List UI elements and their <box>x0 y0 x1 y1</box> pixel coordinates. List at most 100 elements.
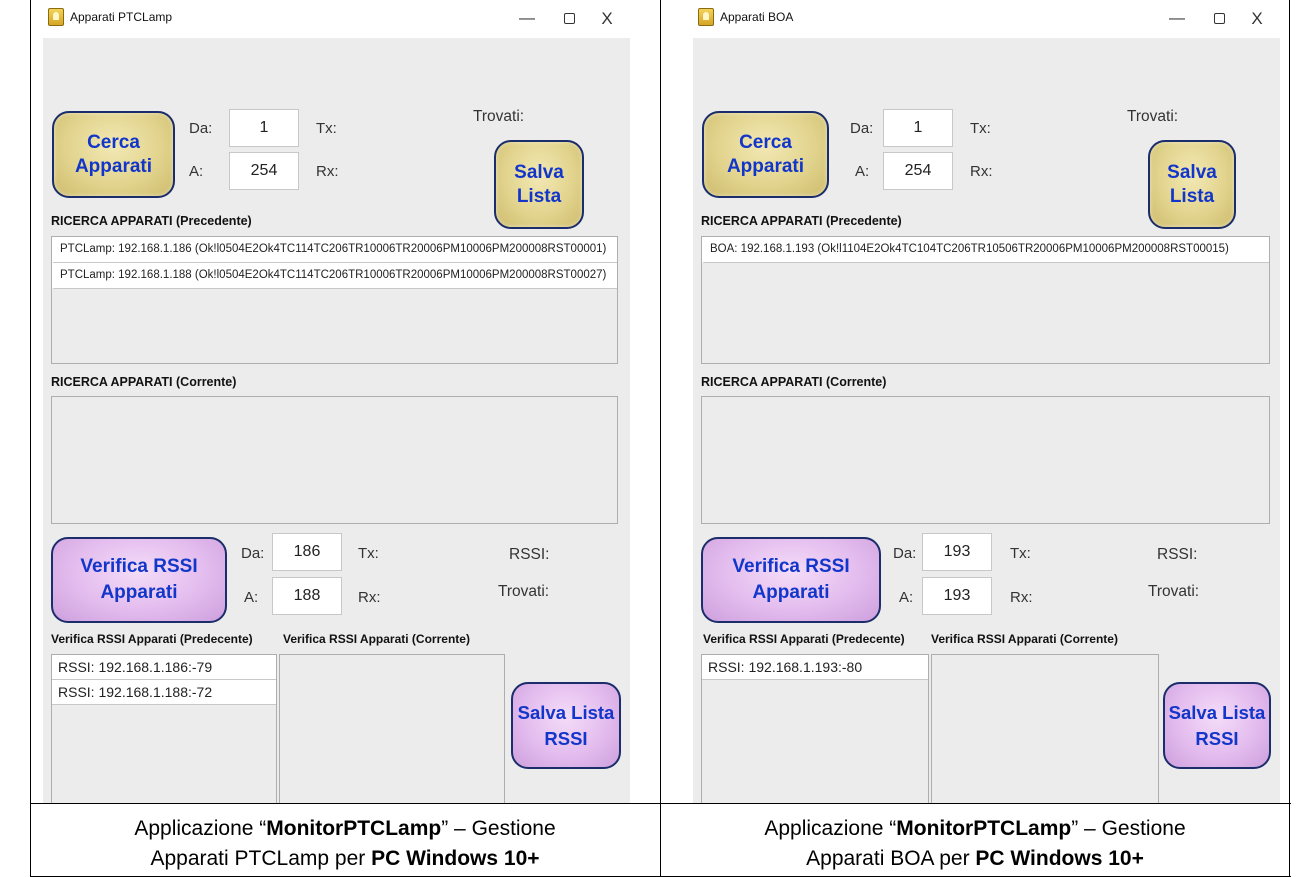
salva-rssi-line2: RSSI <box>544 727 588 749</box>
caption-line1: Applicazione “MonitorPTCLamp” – Gestione <box>660 814 1290 844</box>
a-field[interactable]: 254 <box>883 152 953 190</box>
salva-rssi-line1: Salva Lista <box>517 701 615 723</box>
app-lamp-icon <box>698 8 714 26</box>
cerca-line2: Apparati <box>726 155 805 177</box>
table-divider <box>30 803 1291 804</box>
a-label: A: <box>189 163 204 180</box>
rssi-line1: Verifica RSSI <box>80 556 198 577</box>
maximize-icon <box>1213 13 1225 25</box>
caption-left: Applicazione “MonitorPTCLamp” – Gestione… <box>30 814 660 874</box>
rx-label: Rx: <box>970 163 993 180</box>
salva-line2: Lista <box>1169 185 1215 207</box>
verifica-rssi-button[interactable]: Verifica RSSI Apparati <box>701 537 881 623</box>
rssi-da-label: Da: <box>893 545 917 562</box>
verifica-rssi-button[interactable]: Verifica RSSI Apparati <box>51 537 227 623</box>
rssi-trovati-label: Trovati: <box>498 583 550 600</box>
rssi-line1: Verifica RSSI <box>732 556 850 577</box>
tx-label: Tx: <box>316 120 337 137</box>
prev-search-list[interactable]: PTCLamp: 192.168.1.186 (Ok!l0504E2Ok4TC1… <box>51 236 618 364</box>
close-button[interactable]: X <box>1242 6 1272 32</box>
rssi-prev-heading: Verifica RSSI Apparati (Predecente) <box>51 632 253 646</box>
prev-search-list[interactable]: BOA: 192.168.1.193 (Ok!l1104E2Ok4TC104TC… <box>701 236 1270 364</box>
curr-search-list[interactable] <box>51 396 618 524</box>
rssi-line2: Apparati <box>100 582 178 603</box>
rssi-prev-list[interactable]: RSSI: 192.168.1.193:-80 <box>701 654 929 803</box>
rssi-prev-list[interactable]: RSSI: 192.168.1.186:-79 RSSI: 192.168.1.… <box>51 654 277 803</box>
caption-line2: Apparati PTCLamp per PC Windows 10+ <box>30 844 660 874</box>
rssi-curr-list[interactable] <box>279 654 505 803</box>
caption-line2-text: Apparati PTCLamp per <box>150 847 372 870</box>
prev-search-heading: RICERCA APPARATI (Precedente) <box>51 214 252 228</box>
curr-search-list[interactable] <box>701 396 1270 524</box>
rssi-a-label: A: <box>899 589 914 606</box>
curr-search-heading: RICERCA APPARATI (Corrente) <box>701 375 887 389</box>
cerca-apparati-button[interactable]: Cerca Apparati <box>702 111 829 198</box>
a-label: A: <box>855 163 870 180</box>
window-title: Apparati BOA <box>720 10 794 24</box>
rssi-label: RSSI: <box>509 546 550 563</box>
caption-pre: Applicazione “ <box>134 817 267 840</box>
caption-platform: PC Windows 10+ <box>371 847 540 870</box>
list-item[interactable]: RSSI: 192.168.1.186:-79 <box>52 655 276 680</box>
rssi-da-field[interactable]: 186 <box>272 533 342 571</box>
caption-app-name: MonitorPTCLamp <box>896 817 1072 840</box>
tx-label: Tx: <box>970 120 991 137</box>
rssi-a-field[interactable]: 193 <box>922 577 992 615</box>
da-field[interactable]: 1 <box>883 109 953 147</box>
list-item[interactable]: PTCLamp: 192.168.1.186 (Ok!l0504E2Ok4TC1… <box>52 237 617 263</box>
rssi-rx-label: Rx: <box>358 589 381 606</box>
caption-mid: ” – Gestione <box>441 817 556 840</box>
rssi-line2: Apparati <box>752 582 830 603</box>
document-table: Apparati PTCLamp — X Cerca Apparati Da: 1… <box>0 0 1298 877</box>
cerca-line1: Cerca <box>87 131 140 153</box>
list-item[interactable]: BOA: 192.168.1.193 (Ok!l1104E2Ok4TC104TC… <box>702 237 1269 263</box>
maximize-button[interactable] <box>1204 6 1234 32</box>
list-item[interactable]: RSSI: 192.168.1.193:-80 <box>702 655 928 680</box>
caption-line2-text: Apparati BOA per <box>806 847 976 870</box>
salva-rssi-line2: RSSI <box>1195 727 1239 749</box>
rssi-da-field[interactable]: 193 <box>922 533 992 571</box>
caption-line1: Applicazione “MonitorPTCLamp” – Gestione <box>30 814 660 844</box>
rssi-a-label: A: <box>244 589 259 606</box>
title-bar: Apparati BOA — X <box>693 0 1280 38</box>
close-button[interactable]: X <box>592 6 622 32</box>
salva-lista-button[interactable]: Salva Lista <box>1148 140 1236 229</box>
salva-lista-rssi-button[interactable]: Salva Lista RSSI <box>1163 682 1271 769</box>
window-title: Apparati PTCLamp <box>70 10 173 24</box>
cerca-line1: Cerca <box>739 131 792 153</box>
cerca-line2: Apparati <box>74 155 153 177</box>
da-field[interactable]: 1 <box>229 109 299 147</box>
list-item[interactable]: PTCLamp: 192.168.1.188 (Ok!l0504E2Ok4TC1… <box>52 263 617 289</box>
list-item[interactable]: RSSI: 192.168.1.188:-72 <box>52 680 276 705</box>
rssi-label: RSSI: <box>1157 546 1198 563</box>
maximize-button[interactable] <box>554 6 584 32</box>
window-boa: Apparati BOA — X Cerca Apparati Da: 1 Tx:… <box>693 0 1280 803</box>
maximize-icon <box>563 13 575 25</box>
da-label: Da: <box>850 120 874 137</box>
rssi-curr-heading: Verifica RSSI Apparati (Corrente) <box>283 632 470 646</box>
rx-label: Rx: <box>316 163 339 180</box>
cerca-apparati-button[interactable]: Cerca Apparati <box>52 111 175 198</box>
salva-lista-button[interactable]: Salva Lista <box>494 140 584 229</box>
da-label: Da: <box>189 120 213 137</box>
app-lamp-icon <box>48 8 64 26</box>
minimize-button[interactable]: — <box>1162 6 1192 32</box>
prev-search-heading: RICERCA APPARATI (Precedente) <box>701 214 902 228</box>
curr-search-heading: RICERCA APPARATI (Corrente) <box>51 375 237 389</box>
rssi-rx-label: Rx: <box>1010 589 1033 606</box>
caption-right: Applicazione “MonitorPTCLamp” – Gestione… <box>660 814 1290 874</box>
caption-mid: ” – Gestione <box>1071 817 1186 840</box>
minimize-button[interactable]: — <box>512 6 542 32</box>
caption-app-name: MonitorPTCLamp <box>266 817 442 840</box>
salva-line1: Salva <box>1167 161 1217 183</box>
a-field[interactable]: 254 <box>229 152 299 190</box>
window-ptclamp: Apparati PTCLamp — X Cerca Apparati Da: 1… <box>43 0 630 803</box>
rssi-curr-list[interactable] <box>931 654 1159 803</box>
rssi-da-label: Da: <box>241 545 265 562</box>
salva-lista-rssi-button[interactable]: Salva Lista RSSI <box>511 682 621 769</box>
caption-platform: PC Windows 10+ <box>975 847 1144 870</box>
rssi-trovati-label: Trovati: <box>1148 583 1200 600</box>
rssi-a-field[interactable]: 188 <box>272 577 342 615</box>
salva-line1: Salva <box>514 161 564 183</box>
title-bar: Apparati PTCLamp — X <box>43 0 630 38</box>
